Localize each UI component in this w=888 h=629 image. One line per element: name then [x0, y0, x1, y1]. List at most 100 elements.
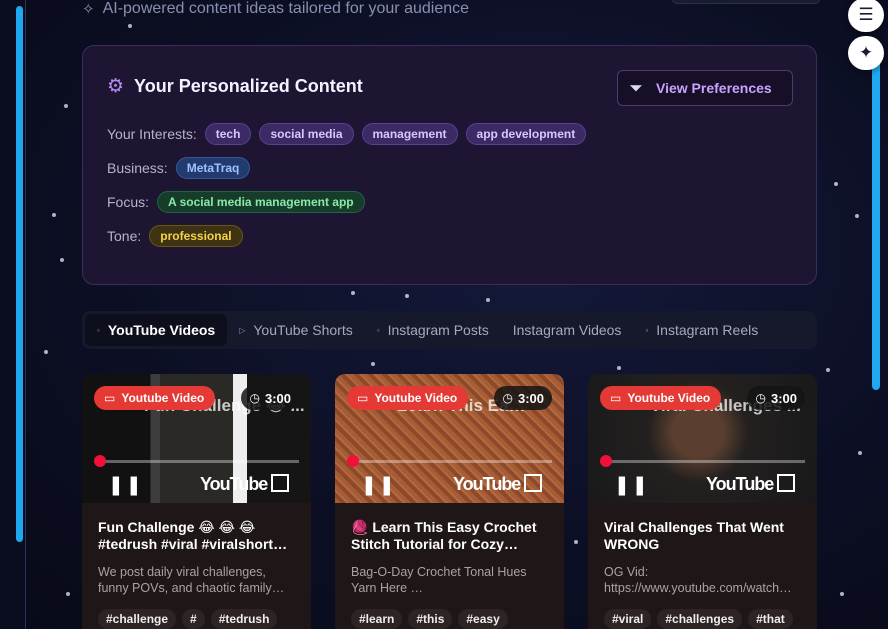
hashtag: #learn — [351, 609, 403, 629]
duration-badge: ◷ 3:00 — [494, 386, 552, 410]
reels-icon: ▫ — [645, 325, 649, 335]
video-title: 🧶 Learn This Easy Crochet Stitch Tutoria… — [351, 519, 537, 552]
video-camera-icon: ▭ — [357, 391, 369, 405]
filter-icon: ⏷ — [630, 79, 643, 97]
tab-instagram-posts[interactable]: ▫ Instagram Posts — [365, 314, 501, 346]
duration-badge: ◷ 3:00 — [241, 386, 299, 410]
video-camera-icon: ▭ — [104, 391, 116, 405]
hashtag: #easy — [458, 609, 508, 629]
personalized-title: Your Personalized Content — [134, 76, 363, 96]
video-type-badge: ▭ Youtube Video — [600, 386, 722, 410]
youtube-logo[interactable]: YouTube — [453, 474, 521, 495]
tab-label: Instagram Reels — [656, 322, 759, 338]
hashtag: #challenge — [98, 609, 177, 629]
tab-instagram-reels[interactable]: ▫ Instagram Reels — [633, 314, 770, 346]
interests-label: Your Interests: — [107, 126, 197, 142]
video-description: OG Vid: https://www.youtube.com/watch… — [604, 565, 792, 595]
personalized-content-card: ⚙ Your Personalized Content ⏷ View Prefe… — [82, 45, 817, 285]
page-scrollbar[interactable] — [872, 60, 880, 390]
tab-instagram-videos[interactable]: Instagram Videos — [501, 314, 634, 346]
duration-badge: ◷ 3:00 — [747, 386, 805, 410]
pause-icon[interactable]: ❚❚ — [108, 474, 144, 497]
hashtag: #challenges — [657, 609, 743, 629]
clock-icon: ◷ — [249, 391, 260, 405]
top-control-pill[interactable] — [672, 0, 820, 4]
tone-label: Tone: — [107, 228, 142, 244]
tab-label: Instagram Videos — [512, 322, 622, 338]
video-description: We post daily viral challenges, funny PO… — [98, 565, 285, 595]
interest-tag: social media — [259, 123, 354, 145]
youtube-logo[interactable]: YouTube — [706, 474, 774, 495]
chat-menu-button[interactable]: ☰ — [848, 0, 884, 32]
video-card[interactable]: Viral Challenges ... ▭ Youtube Video ◷ 3… — [588, 374, 817, 629]
duration-label: 3:00 — [264, 390, 291, 406]
video-card[interactable]: Learn This Ea… ▭ Youtube Video ◷ 3:00 ❚❚… — [335, 374, 564, 629]
business-label: Business: — [107, 160, 168, 176]
interests-row: Your Interests: tech social media manage… — [107, 123, 587, 145]
subtitle-text: AI-powered content ideas tailored for yo… — [102, 0, 470, 17]
video-card[interactable]: Fun Challenge 😂 ... ▭ Youtube Video ◷ 3:… — [82, 374, 311, 629]
business-row: Business: MetaTraq — [107, 157, 251, 179]
video-description: Bag-O-Day Crochet Tonal Hues Yarn Here … — [351, 565, 527, 595]
interest-tag: tech — [204, 123, 252, 145]
fullscreen-icon[interactable] — [524, 474, 542, 492]
video-title: Fun Challenge 😂 😂 😂 #tedrush #viral #vir… — [98, 519, 288, 552]
focus-row: Focus: A social media management app — [107, 191, 365, 213]
play-icon: ▷ — [239, 325, 246, 335]
clock-icon: ◷ — [755, 391, 766, 405]
video-progress-bar[interactable] — [600, 455, 805, 467]
left-scrollbar[interactable] — [16, 6, 23, 542]
video-type-badge: ▭ Youtube Video — [94, 386, 216, 410]
view-preferences-label: View Preferences — [656, 80, 772, 96]
focus-label: Focus: — [107, 194, 150, 210]
duration-label: 3:00 — [770, 390, 797, 406]
hashtag: # — [182, 609, 205, 629]
duration-label: 3:00 — [517, 390, 544, 406]
interest-tag: app development — [465, 123, 587, 145]
hashtag: #that — [748, 609, 793, 629]
fullscreen-icon[interactable] — [271, 474, 289, 492]
video-icon: ▫ — [97, 325, 100, 335]
tab-label: YouTube Videos — [107, 322, 216, 338]
video-progress-bar[interactable] — [94, 455, 299, 467]
video-thumbnail[interactable]: Learn This Ea… ▭ Youtube Video ◷ 3:00 ❚❚… — [335, 374, 564, 503]
page-subtitle: ✧ AI-powered content ideas tailored for … — [82, 0, 469, 18]
image-icon: ▫ — [376, 325, 380, 335]
tone-tag: professional — [149, 225, 243, 247]
hashtag: #viral — [604, 609, 652, 629]
tab-youtube-shorts[interactable]: ▷ YouTube Shorts — [227, 314, 365, 346]
tab-youtube-videos[interactable]: ▫ YouTube Videos — [85, 314, 228, 346]
badge-label: Youtube Video — [374, 391, 458, 405]
sparkle-icon: ✦ — [858, 43, 874, 62]
pause-icon[interactable]: ❚❚ — [361, 474, 397, 497]
clock-icon: ◷ — [502, 391, 513, 405]
video-camera-icon: ▭ — [610, 391, 622, 405]
scrubber-handle[interactable] — [600, 455, 612, 467]
video-thumbnail[interactable]: Viral Challenges ... ▭ Youtube Video ◷ 3… — [588, 374, 817, 503]
video-title: Viral Challenges That Went WRONG — [604, 519, 784, 552]
hashtag: #tedrush — [210, 609, 278, 629]
ai-sparkle-button[interactable]: ✦ — [848, 36, 884, 70]
scrubber-handle[interactable] — [347, 455, 359, 467]
platform-tabs: ▫ YouTube Videos ▷ YouTube Shorts ▫ Inst… — [82, 311, 817, 349]
business-tag: MetaTraq — [175, 157, 251, 179]
badge-label: Youtube Video — [121, 391, 205, 405]
hashtag: #this — [408, 609, 453, 629]
focus-tag: A social media management app — [157, 191, 365, 213]
youtube-logo[interactable]: YouTube — [200, 474, 268, 495]
video-type-badge: ▭ Youtube Video — [347, 386, 469, 410]
tone-row: Tone: professional — [107, 225, 243, 247]
left-rail — [0, 0, 26, 629]
fullscreen-icon[interactable] — [777, 474, 795, 492]
scrubber-handle[interactable] — [94, 455, 106, 467]
tab-label: Instagram Posts — [387, 322, 489, 338]
badge-label: Youtube Video — [627, 391, 711, 405]
tab-label: YouTube Shorts — [253, 322, 353, 338]
video-progress-bar[interactable] — [347, 455, 552, 467]
menu-lines-icon: ☰ — [858, 5, 874, 24]
pause-icon[interactable]: ❚❚ — [614, 474, 650, 497]
gear-icon: ⚙ — [107, 76, 125, 97]
view-preferences-button[interactable]: ⏷ View Preferences — [617, 70, 793, 106]
video-thumbnail[interactable]: Fun Challenge 😂 ... ▭ Youtube Video ◷ 3:… — [82, 374, 311, 503]
sparkle-icon: ✧ — [82, 1, 95, 18]
